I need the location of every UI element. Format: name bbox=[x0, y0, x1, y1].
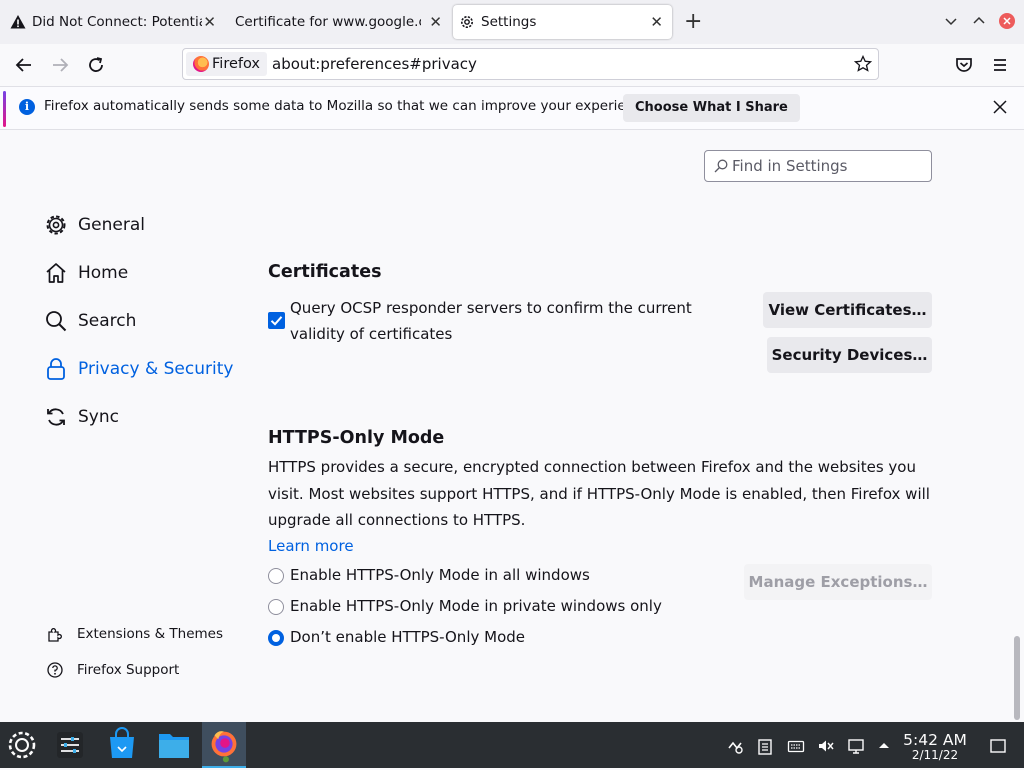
app-launcher-icon[interactable] bbox=[0, 722, 44, 768]
identity-box[interactable]: Firefox bbox=[186, 52, 267, 76]
back-icon[interactable] bbox=[12, 53, 36, 77]
reload-icon[interactable] bbox=[84, 53, 108, 77]
tab-title: Settings bbox=[481, 14, 537, 30]
sidebar-extensions-themes-link[interactable]: Extensions & Themes bbox=[46, 623, 223, 645]
learn-more-link[interactable]: Learn more bbox=[268, 537, 354, 555]
clock-time[interactable]: 5:42 AM bbox=[900, 731, 970, 749]
discover-store-icon[interactable] bbox=[100, 722, 144, 768]
tab-close-icon[interactable]: ✕ bbox=[203, 13, 216, 31]
sidebar-item-label: General bbox=[78, 215, 145, 235]
tab-close-icon[interactable]: ✕ bbox=[650, 13, 663, 31]
warning-icon bbox=[10, 15, 26, 29]
clock-date[interactable]: 2/11/22 bbox=[900, 748, 970, 762]
sidebar-item-home[interactable]: Home bbox=[44, 257, 128, 289]
radio-https-all-windows[interactable] bbox=[268, 568, 284, 584]
notification-message: Firefox automatically sends some data to… bbox=[44, 98, 655, 114]
scrollbar-thumb[interactable] bbox=[1014, 636, 1020, 720]
sidebar-footer-label: Firefox Support bbox=[77, 662, 180, 678]
volume-muted-icon[interactable] bbox=[817, 737, 835, 755]
sidebar-item-privacy-security[interactable]: Privacy & Security bbox=[44, 353, 233, 385]
https-only-heading: HTTPS-Only Mode bbox=[268, 428, 445, 448]
taskbar bbox=[0, 722, 1024, 768]
sidebar-item-label: Privacy & Security bbox=[78, 359, 234, 379]
https-only-description: HTTPS provides a secure, encrypted conne… bbox=[268, 458, 930, 529]
tab-close-icon[interactable]: ✕ bbox=[429, 13, 442, 31]
notification-accent bbox=[3, 91, 6, 127]
tab-did-not-connect[interactable]: Did Not Connect: Potential Security Issu… bbox=[6, 5, 220, 39]
sidebar-item-label: Home bbox=[78, 263, 129, 283]
file-manager-icon[interactable] bbox=[152, 722, 196, 768]
certificates-heading: Certificates bbox=[268, 262, 382, 282]
info-icon: i bbox=[19, 99, 35, 115]
firefox-logo-icon bbox=[193, 56, 209, 72]
menu-icon[interactable] bbox=[988, 53, 1012, 77]
minimize-window-icon[interactable] bbox=[942, 12, 960, 30]
system-settings-icon[interactable] bbox=[48, 722, 92, 768]
radio-https-private-only[interactable] bbox=[268, 599, 284, 615]
url-input[interactable]: about:preferences#privacy bbox=[272, 49, 477, 79]
sidebar-firefox-support-link[interactable]: Firefox Support bbox=[46, 659, 179, 681]
tab-certificate[interactable]: Certificate for www.google.com ✕ bbox=[226, 5, 446, 39]
tab-title: Certificate for www.google.com bbox=[235, 14, 421, 30]
sidebar-item-label: Sync bbox=[78, 407, 119, 427]
choose-what-i-share-button[interactable]: Choose What I Share bbox=[623, 94, 800, 122]
sidebar-item-search[interactable]: Search bbox=[44, 305, 136, 337]
search-icon bbox=[714, 159, 728, 173]
find-in-settings-input[interactable]: Find in Settings bbox=[704, 150, 932, 182]
clipboard-icon[interactable] bbox=[756, 737, 774, 755]
radio-label[interactable]: Don’t enable HTTPS-Only Mode bbox=[290, 628, 525, 646]
firefox-icon bbox=[211, 731, 237, 763]
tab-strip: Did Not Connect: Potential Security Issu… bbox=[0, 0, 1024, 44]
view-certificates-button[interactable]: View Certificates… bbox=[763, 292, 932, 328]
show-desktop-icon[interactable] bbox=[989, 737, 1007, 755]
firefox-taskbar-item[interactable] bbox=[202, 722, 246, 768]
lock-icon bbox=[47, 358, 65, 380]
pocket-icon[interactable] bbox=[952, 53, 976, 77]
sync-icon bbox=[47, 408, 65, 426]
close-icon[interactable] bbox=[990, 97, 1010, 117]
identity-label: Firefox bbox=[212, 56, 260, 72]
keyboard-icon[interactable] bbox=[787, 737, 805, 755]
sidebar-footer-label: Extensions & Themes bbox=[77, 626, 224, 642]
radio-label[interactable]: Enable HTTPS-Only Mode in all windows bbox=[290, 566, 590, 584]
radio-https-disabled[interactable] bbox=[268, 630, 284, 646]
ocsp-label[interactable]: Query OCSP responder servers to confirm … bbox=[290, 295, 750, 347]
url-bar[interactable]: Firefox about:preferences#privacy bbox=[182, 48, 879, 80]
gear-icon bbox=[461, 16, 473, 28]
maximize-window-icon[interactable] bbox=[970, 12, 988, 30]
help-icon bbox=[47, 662, 63, 678]
forward-icon[interactable] bbox=[48, 53, 72, 77]
new-tab-icon[interactable]: + bbox=[684, 11, 702, 33]
search-placeholder: Find in Settings bbox=[732, 157, 848, 175]
bookmark-star-icon[interactable] bbox=[854, 55, 872, 73]
tab-settings[interactable]: Settings ✕ bbox=[453, 5, 672, 39]
sidebar-item-general[interactable]: General bbox=[44, 209, 145, 241]
radio-label[interactable]: Enable HTTPS-Only Mode in private window… bbox=[290, 597, 662, 615]
sidebar-item-label: Search bbox=[78, 311, 137, 331]
display-icon[interactable] bbox=[847, 737, 865, 755]
tray-expand-icon[interactable] bbox=[875, 737, 893, 755]
sidebar-item-sync[interactable]: Sync bbox=[44, 401, 119, 433]
search-icon bbox=[46, 311, 67, 332]
checkmark-icon bbox=[270, 316, 283, 326]
manage-exceptions-button[interactable]: Manage Exceptions… bbox=[744, 564, 932, 600]
gear-icon bbox=[46, 215, 66, 235]
network-activity-icon[interactable] bbox=[726, 737, 744, 755]
ocsp-checkbox[interactable] bbox=[268, 312, 285, 329]
notification-bar: i Firefox automatically sends some data … bbox=[0, 86, 1024, 130]
security-devices-button[interactable]: Security Devices… bbox=[767, 337, 932, 373]
close-window-icon[interactable] bbox=[998, 12, 1016, 30]
puzzle-icon bbox=[48, 628, 62, 642]
home-icon bbox=[46, 263, 66, 283]
tab-title: Did Not Connect: Potential Security Issu… bbox=[32, 14, 202, 30]
